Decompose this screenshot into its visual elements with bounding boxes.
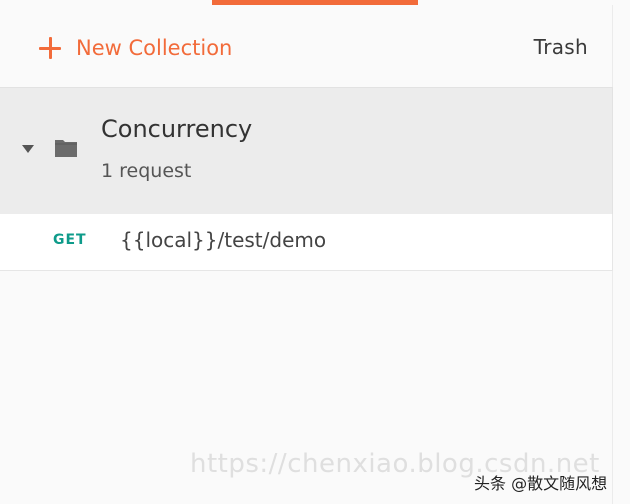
folder-icon: [55, 140, 77, 157]
new-collection-button[interactable]: New Collection: [38, 33, 232, 63]
collections-panel: New Collection Trash Concurrency 1 reque…: [0, 0, 630, 504]
request-method-badge: GET: [53, 232, 87, 248]
collection-name: Concurrency: [101, 115, 253, 143]
plus-icon: [38, 36, 62, 60]
collection-request-count: 1 request: [101, 160, 192, 182]
attribution-label: 头条 @散文随风想: [474, 474, 608, 493]
trash-button[interactable]: Trash: [534, 35, 588, 59]
collections-toolbar: New Collection Trash: [0, 5, 613, 87]
request-url: {{local}}/test/demo: [120, 228, 327, 252]
request-item[interactable]: GET {{local}}/test/demo: [0, 214, 613, 271]
caret-down-icon[interactable]: [22, 145, 34, 153]
new-collection-label: New Collection: [76, 36, 233, 60]
collection-item[interactable]: Concurrency 1 request: [0, 87, 613, 215]
